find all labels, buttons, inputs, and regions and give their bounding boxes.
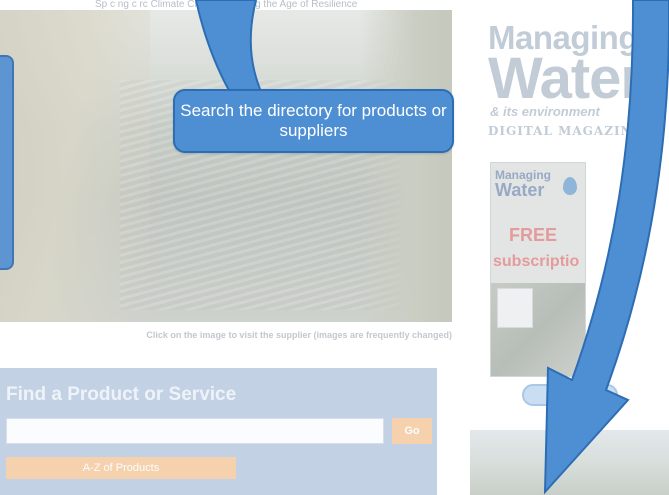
tutorial-side-box: [0, 55, 14, 270]
a-z-products-button[interactable]: A-Z of Products: [6, 457, 236, 479]
sidebar-thumbnail-image[interactable]: [470, 430, 669, 495]
find-panel-title: Find a Product or Service: [6, 384, 237, 405]
water-drop-icon: [563, 177, 577, 195]
subscribe-click-button[interactable]: [522, 384, 618, 406]
find-product-panel: Find a Product or Service Go A-Z of Prod…: [0, 368, 437, 495]
cover-free-label: FREE: [509, 225, 558, 245]
logo-line-water: Water: [488, 46, 643, 111]
cover-title-water: Water: [495, 180, 545, 200]
featured-supplier-image[interactable]: [0, 10, 452, 322]
image-caption: Click on the image to visit the supplier…: [146, 330, 452, 340]
logo-line-digital-magazine: DIGITAL MAGAZINE: [488, 124, 643, 138]
right-sidebar: Managing Water & its environment DIGITAL…: [470, 10, 669, 495]
logo-line-environment: & its environment: [490, 104, 600, 119]
go-button[interactable]: Go: [392, 418, 432, 444]
image-overlay: [0, 10, 452, 322]
magazine-cover[interactable]: Managing Water FREE subscriptio: [490, 162, 586, 377]
tutorial-callout: Search the directory for products or sup…: [173, 89, 454, 153]
cover-subscription-label: subscriptio: [493, 253, 580, 270]
cover-contents-inset: [497, 288, 533, 328]
product-search-input[interactable]: [6, 418, 384, 444]
managing-water-logo[interactable]: Managing Water & its environment DIGITAL…: [488, 21, 669, 142]
